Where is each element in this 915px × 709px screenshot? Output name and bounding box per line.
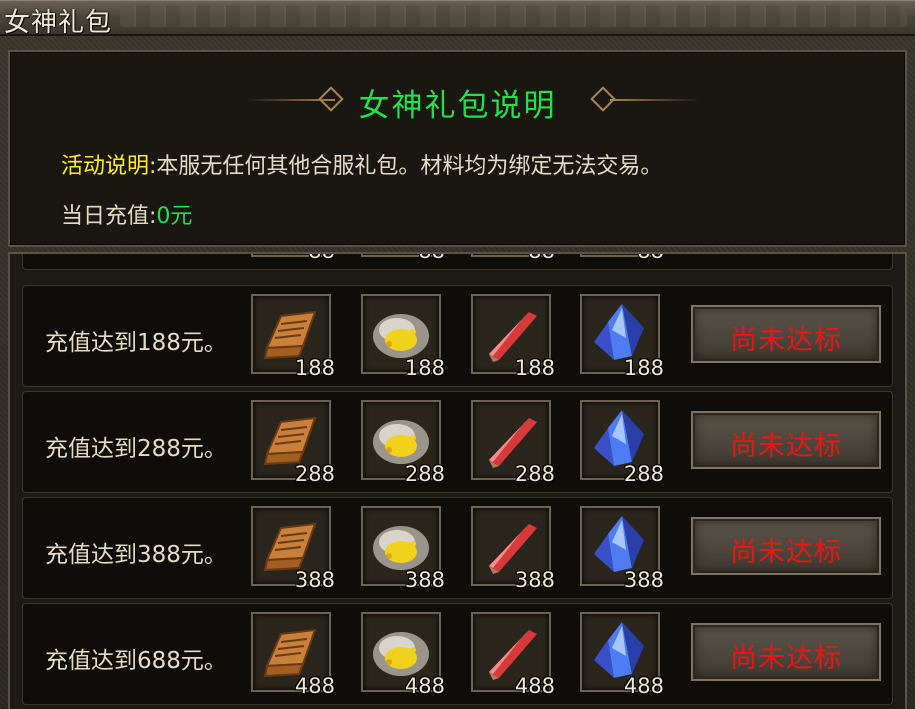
item-slot[interactable]: 388 (361, 506, 445, 592)
item-count: 88 (637, 254, 664, 263)
item-slot[interactable]: 88 (251, 254, 335, 263)
reward-condition: 充值达到688元。 (45, 648, 227, 674)
title-bar[interactable]: 女神礼包 (0, 0, 915, 38)
item-slot[interactable]: 488 (251, 612, 335, 698)
reward-row: 充值达到288元。 288 288 288 288 尚未达标 (22, 391, 893, 493)
item-slot[interactable]: 388 (580, 506, 664, 592)
item-slot[interactable]: 188 (580, 294, 664, 380)
reward-condition: 充值达到388元。 (45, 542, 227, 568)
item-slot[interactable]: 88 (361, 254, 445, 263)
item-slot[interactable]: 388 (471, 506, 555, 592)
item-slot[interactable]: 288 (580, 400, 664, 486)
info-panel: 女神礼包说明 活动说明:本服无任何其他合服礼包。材料均为绑定无法交易。 当日充值… (8, 50, 907, 247)
claim-status-label: 尚未达标 (730, 537, 842, 568)
title-bar-ornament (120, 5, 907, 27)
item-count: 88 (308, 254, 335, 263)
item-count: 388 (294, 568, 335, 592)
item-slot[interactable]: 288 (251, 400, 335, 486)
claim-status-button[interactable]: 尚未达标 (691, 305, 881, 363)
item-count: 488 (404, 674, 445, 698)
item-slot[interactable]: 188 (361, 294, 445, 380)
reward-row: 充值达到388元。 388 388 388 388 尚未达标 (22, 497, 893, 599)
item-count: 288 (294, 462, 335, 486)
recharge-value: 0元 (156, 204, 193, 229)
item-count: 388 (514, 568, 555, 592)
title-ornament-right (610, 99, 700, 101)
item-count: 488 (294, 674, 335, 698)
reward-row: 充值达到188元。 188 188 188 188 尚未达标 (22, 285, 893, 387)
item-slot[interactable]: 188 (251, 294, 335, 380)
reward-condition: 充值达到288元。 (45, 436, 227, 462)
item-slot[interactable]: 488 (580, 612, 664, 698)
item-count: 188 (294, 356, 335, 380)
reward-list[interactable]: 88 88 88 88 充值达到188元。 188 188 188 188 尚未… (8, 252, 907, 709)
item-count: 88 (418, 254, 445, 263)
activity-text: 本服无任何其他合服礼包。材料均为绑定无法交易。 (156, 154, 663, 179)
item-count: 288 (404, 462, 445, 486)
claim-status-label: 尚未达标 (730, 643, 842, 674)
daily-recharge: 当日充值:0元 (61, 198, 192, 230)
item-count: 388 (404, 568, 445, 592)
window-title: 女神礼包 (4, 8, 113, 38)
claim-status-label: 尚未达标 (730, 431, 842, 462)
item-slot[interactable]: 288 (471, 400, 555, 486)
item-count: 188 (623, 356, 664, 380)
item-count: 188 (404, 356, 445, 380)
reward-condition: 充值达到188元。 (45, 330, 227, 356)
claim-status-button[interactable]: 尚未达标 (691, 517, 881, 575)
item-count: 288 (623, 462, 664, 486)
gift-window: 女神礼包 女神礼包说明 活动说明:本服无任何其他合服礼包。材料均为绑定无法交易。… (0, 0, 915, 709)
item-slot[interactable]: 288 (361, 400, 445, 486)
item-slot[interactable]: 388 (251, 506, 335, 592)
item-slot[interactable]: 188 (471, 294, 555, 380)
activity-label: 活动说明: (61, 154, 157, 179)
item-count: 188 (514, 356, 555, 380)
item-count: 88 (528, 254, 555, 263)
item-count: 488 (623, 674, 664, 698)
item-count: 488 (514, 674, 555, 698)
item-slot[interactable]: 88 (471, 254, 555, 263)
recharge-label: 当日充值: (61, 204, 157, 229)
item-count: 288 (514, 462, 555, 486)
claim-status-button[interactable]: 尚未达标 (691, 411, 881, 469)
claim-status-button[interactable]: 尚未达标 (691, 623, 881, 681)
activity-description: 活动说明:本服无任何其他合服礼包。材料均为绑定无法交易。 (61, 148, 662, 180)
item-count: 388 (623, 568, 664, 592)
reward-row-partial: 88 88 88 88 (22, 254, 893, 270)
claim-status-label: 尚未达标 (730, 325, 842, 356)
item-slot[interactable]: 488 (361, 612, 445, 698)
item-slot[interactable]: 488 (471, 612, 555, 698)
panel-title: 女神礼包说明 (358, 88, 557, 124)
reward-row: 充值达到688元。 488 488 488 488 尚未达标 (22, 603, 893, 705)
item-slot[interactable]: 88 (580, 254, 664, 263)
